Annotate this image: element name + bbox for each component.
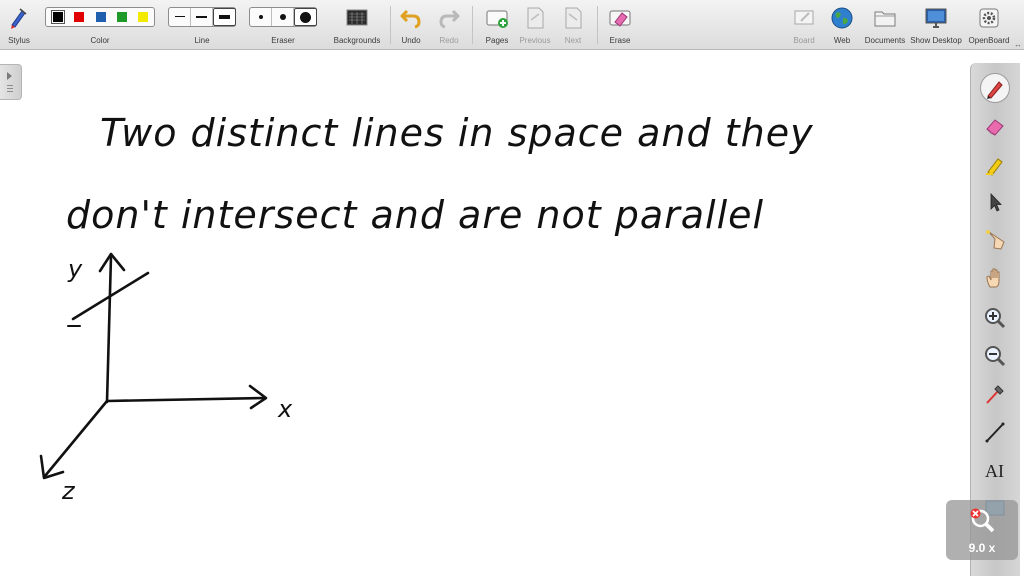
y-axis-label: y [67,255,83,283]
eraser-medium-option[interactable] [272,8,294,26]
eraser-small-option[interactable] [250,8,272,26]
main-toolbar: Stylus Color Line Eraser Backgrounds Und… [0,0,1024,50]
next-page-button[interactable]: Next [556,2,590,48]
color-swatch-yellow[interactable] [138,12,148,22]
zoom-out-tool-button[interactable] [980,341,1010,371]
magnifier-icon [970,508,995,533]
pen-icon [987,81,1003,99]
board-icon [794,10,814,25]
documents-label: Documents [864,36,906,45]
ink-layer: Two distinct lines in space and they don… [39,111,814,505]
undo-button[interactable]: Undo [396,2,426,48]
openboard-button[interactable]: OpenBoard [966,2,1012,48]
stylus-label: Stylus [8,36,30,45]
eraser-large-option[interactable] [294,8,317,26]
color-palette [45,7,155,27]
pen-tool-button[interactable] [980,73,1010,103]
color-label: Color [90,36,110,45]
zoom-indicator[interactable]: 9.0 x [946,500,1018,560]
z-axis-stroke [43,399,109,478]
redo-button[interactable]: Redo [434,2,464,48]
zoom-in-icon [985,308,1006,329]
stylus-button[interactable]: Stylus [4,2,34,48]
redo-icon [439,9,460,29]
documents-button[interactable]: Documents [864,2,906,48]
previous-page-button[interactable]: Previous [517,2,553,48]
backgrounds-button[interactable]: Backgrounds [331,2,383,48]
toolbar-divider [390,6,391,44]
hand-tool-button[interactable] [980,263,1010,293]
show-desktop-button[interactable]: Show Desktop [909,2,963,48]
eraser-label: Eraser [271,36,295,45]
line-medium-option[interactable] [191,8,213,26]
line-width-selector [168,7,236,27]
eraser-tool-button[interactable] [980,111,1010,141]
documents-folder-icon [874,11,896,27]
board-label: Board [793,36,815,45]
x-axis-stroke [105,396,267,403]
toolbar-collapse-arrows[interactable]: ↔ [1014,40,1022,49]
y-axis-stroke [105,254,113,404]
pages-button[interactable]: Pages [481,2,513,48]
laser-pointer-tool-button[interactable] [980,379,1010,409]
pages-label: Pages [485,36,509,45]
zoom-out-icon [985,346,1006,367]
previous-label: Previous [519,36,551,45]
redo-label: Redo [439,36,459,45]
board-button[interactable]: Board [788,2,820,48]
undo-icon [400,9,421,29]
monitor-icon [925,8,947,28]
line-thin-option[interactable] [169,8,191,26]
undo-label: Undo [401,36,421,45]
handwritten-line-1: Two distinct lines in space and they [100,111,814,155]
hand-icon [986,268,1000,288]
laser-pointer-icon [986,385,1004,404]
erase-page-icon [609,10,631,27]
x-axis-label: x [277,395,293,423]
zoom-in-tool-button[interactable] [980,303,1010,333]
show-desktop-label: Show Desktop [910,36,962,45]
web-globe-icon [831,7,853,29]
line-icon [985,422,1005,443]
erase-button[interactable]: Erase [604,2,636,48]
text-tool-button[interactable]: AI [980,455,1010,485]
next-label: Next [564,36,582,45]
svg-text:AI: AI [985,461,1004,481]
color-swatch-red[interactable] [74,12,84,22]
z-axis-label: z [61,477,76,505]
axes-sketch [39,252,268,480]
erase-label: Erase [609,36,631,45]
selector-tool-button[interactable] [980,187,1010,217]
color-swatch-black[interactable] [51,10,65,24]
web-button[interactable]: Web [827,2,857,48]
line-thick-option[interactable] [213,8,236,26]
color-swatch-green[interactable] [117,12,127,22]
backgrounds-label: Backgrounds [333,36,381,45]
previous-page-icon [527,7,544,29]
color-swatch-blue[interactable] [96,12,106,22]
drawing-board[interactable]: Two distinct lines in space and they don… [0,51,968,576]
eraser-size-selector [249,7,317,27]
pages-add-icon [486,10,508,28]
line-label: Line [194,36,210,45]
next-page-icon [565,7,582,29]
stylus-icon [11,8,27,29]
text-icon: AI [985,461,1004,481]
line-tool-button[interactable] [980,417,1010,447]
zoom-level-label: 9.0 x [968,541,996,555]
marker-icon [986,158,1003,176]
eraser-icon [986,119,1004,136]
web-label: Web [833,36,851,45]
openboard-label: OpenBoard [968,36,1010,45]
toolbar-divider [597,6,598,44]
pointing-hand-icon [986,230,1005,250]
cursor-arrow-icon [990,193,1002,212]
handwritten-line-2: don't intersect and are not parallel [66,193,764,237]
toolbar-divider [472,6,473,44]
gear-icon [979,8,999,28]
highlighter-tool-button[interactable] [980,149,1010,179]
backgrounds-icon [346,9,368,26]
interact-tool-button[interactable] [980,225,1010,255]
